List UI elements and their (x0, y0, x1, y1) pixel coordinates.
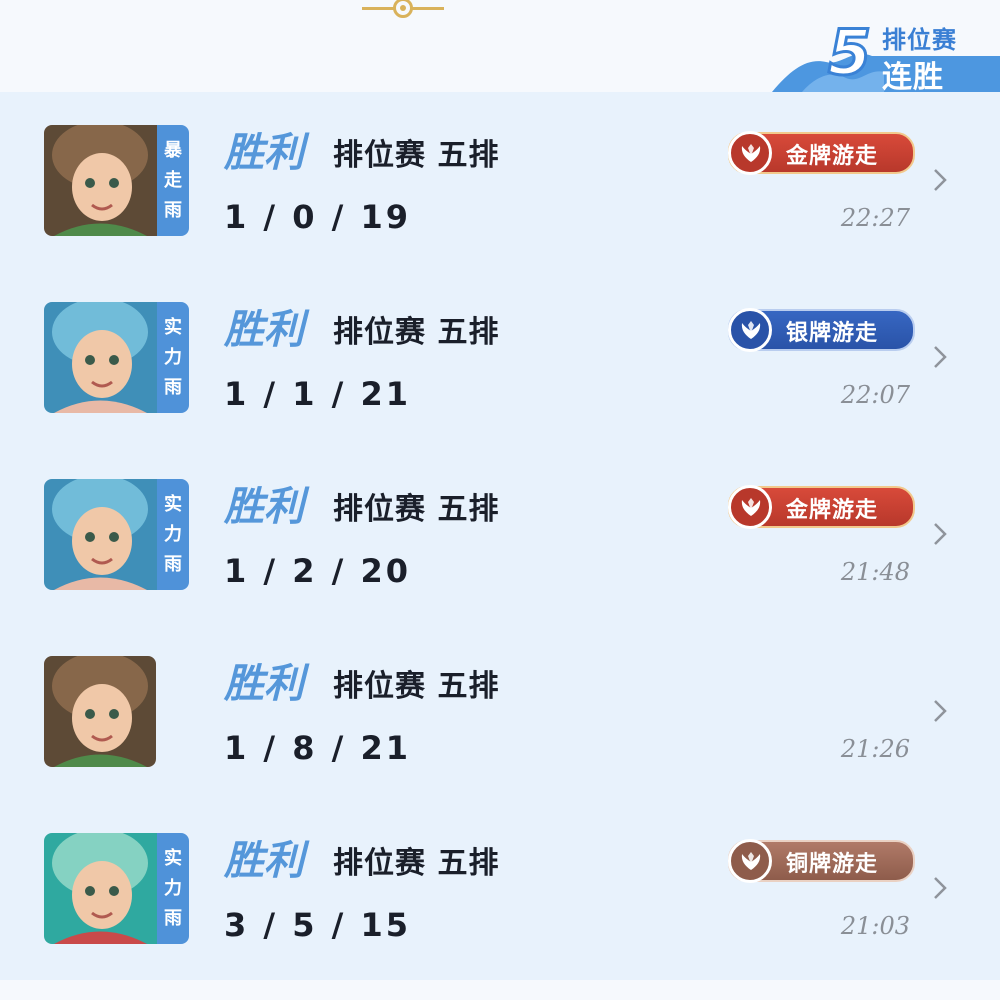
match-mode: 排位赛 五排 (333, 138, 500, 173)
chevron-right-icon[interactable] (930, 876, 950, 900)
medal-badge: 铜牌游走 (728, 839, 915, 883)
hero-avatar: 实力雨 (44, 833, 189, 944)
win-streak-banner: 5 排位赛 连胜 (772, 16, 1000, 95)
hero-tag-char: 雨 (164, 376, 182, 398)
hero-avatar: 实力雨 (44, 302, 189, 413)
hero-tag-char: 暴 (164, 139, 182, 161)
hero-tag-char: 雨 (164, 199, 182, 221)
hero-tag: 暴走雨 (157, 125, 189, 236)
hero-portrait-icon (44, 479, 157, 590)
match-mode: 排位赛 五排 (333, 492, 500, 527)
hero-avatar (44, 656, 189, 767)
streak-number: 5 (826, 16, 872, 89)
kda-score: 3 / 5 / 15 (224, 906, 411, 944)
hero-tag-char: 实 (164, 847, 182, 869)
page-indicator (362, 0, 444, 18)
medal-label: 金牌游走 (786, 144, 879, 169)
streak-label-mode: 排位赛 (882, 26, 957, 54)
medal-badge: 金牌游走 (728, 131, 915, 175)
medal-label: 铜牌游走 (786, 852, 879, 877)
kda-score: 1 / 0 / 19 (224, 198, 411, 236)
hero-portrait-icon (44, 302, 157, 413)
match-time: 21:48 (840, 558, 910, 586)
hero-tag: 实力雨 (157, 479, 189, 590)
kda-score: 1 / 2 / 20 (224, 552, 411, 590)
medal-badge: 金牌游走 (728, 485, 915, 529)
hero-portrait-icon (44, 833, 157, 944)
wings-emblem-icon (728, 131, 772, 175)
kda-score: 1 / 1 / 21 (224, 375, 411, 413)
match-result: 胜利 (224, 306, 304, 353)
match-time: 21:26 (840, 735, 910, 763)
hero-tag-char: 力 (164, 877, 182, 899)
hero-portrait-icon (44, 125, 157, 236)
medal-label: 金牌游走 (786, 498, 879, 523)
match-result: 胜利 (224, 129, 304, 176)
medal-badge: 银牌游走 (728, 308, 915, 352)
chevron-right-icon[interactable] (930, 699, 950, 723)
hero-avatar: 实力雨 (44, 479, 189, 590)
match-mode: 排位赛 五排 (333, 669, 500, 704)
hero-tag-char: 走 (164, 169, 182, 191)
medal-label: 银牌游走 (786, 321, 879, 346)
hero-tag-char: 雨 (164, 907, 182, 929)
hero-tag-char: 力 (164, 346, 182, 368)
match-time: 22:07 (840, 381, 910, 409)
chevron-right-icon[interactable] (930, 345, 950, 369)
match-time: 22:27 (840, 204, 910, 232)
hero-tag: 实力雨 (157, 833, 189, 944)
match-row[interactable]: 实力雨 胜利 排位赛 五排 1 / 2 / 20 金牌游走 21:48 (0, 446, 1000, 623)
chevron-right-icon[interactable] (930, 522, 950, 546)
hero-avatar: 暴走雨 (44, 125, 189, 236)
hero-tag-char: 雨 (164, 553, 182, 575)
hero-tag-char: 实 (164, 316, 182, 338)
wings-emblem-icon (728, 485, 772, 529)
wings-emblem-icon (728, 308, 772, 352)
header-area: 5 排位赛 连胜 (0, 0, 1000, 95)
bottom-bar (0, 980, 1000, 1000)
match-mode: 排位赛 五排 (333, 315, 500, 350)
match-time: 21:03 (840, 912, 910, 940)
match-row[interactable]: 实力雨 胜利 排位赛 五排 1 / 1 / 21 银牌游走 22:07 (0, 269, 1000, 446)
match-row[interactable]: 暴走雨 胜利 排位赛 五排 1 / 0 / 19 金牌游走 22:27 (0, 92, 1000, 269)
wings-emblem-icon (728, 839, 772, 883)
match-result: 胜利 (224, 837, 304, 884)
match-row[interactable]: 实力雨 胜利 排位赛 五排 3 / 5 / 15 铜牌游走 21:03 (0, 800, 1000, 977)
streak-label-wins: 连胜 (882, 60, 944, 95)
match-mode: 排位赛 五排 (333, 846, 500, 881)
hero-tag: 实力雨 (157, 302, 189, 413)
match-row[interactable]: 胜利 排位赛 五排 1 / 8 / 21 21:26 (0, 623, 1000, 800)
hero-portrait-icon (44, 656, 156, 767)
kda-score: 1 / 8 / 21 (224, 729, 411, 767)
match-result: 胜利 (224, 660, 304, 707)
match-result: 胜利 (224, 483, 304, 530)
match-history-list: 暴走雨 胜利 排位赛 五排 1 / 0 / 19 金牌游走 22:27 实 力 … (0, 92, 1000, 980)
chevron-right-icon[interactable] (930, 168, 950, 192)
hero-tag-char: 力 (164, 523, 182, 545)
hero-tag-char: 实 (164, 493, 182, 515)
